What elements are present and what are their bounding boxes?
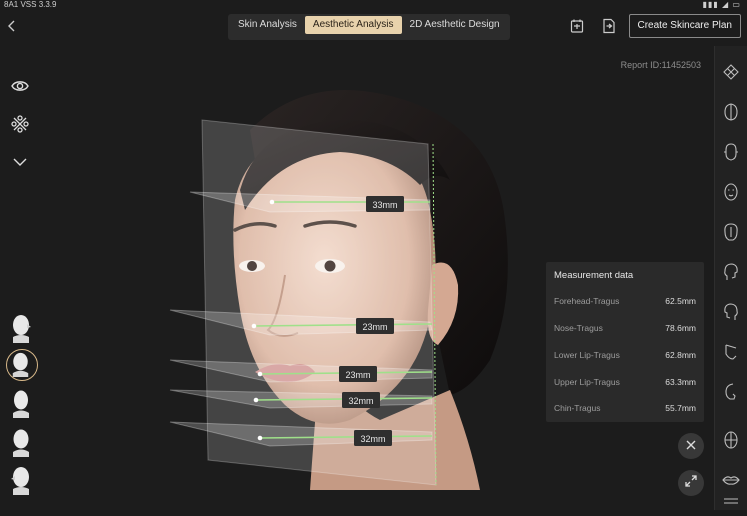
label-nose-tragus: 23mm [362,322,387,332]
measurement-value: 63.3mm [665,377,696,387]
status-bar: 8A1 VSS 3.3.9 ▮▮▮ ◢ ▭ [0,0,747,10]
measurement-value: 62.5mm [665,296,696,306]
measurement-label: Nose-Tragus [554,323,603,333]
chin-profile-icon[interactable] [721,382,741,402]
lips-icon[interactable] [721,470,741,490]
measurement-panel-title: Measurement data [554,270,634,281]
face-contour-icon[interactable] [721,102,741,122]
grid-icon[interactable] [10,114,30,134]
close-button[interactable] [678,433,704,459]
status-right-icons: ▮▮▮ ◢ ▭ [702,0,741,9]
label-forehead-tragus: 33mm [372,200,397,210]
measurement-row: Chin-Tragus 55.7mm [554,403,696,417]
export-document-icon[interactable] [601,18,617,34]
profile-side-icon[interactable] [721,262,741,282]
fullscreen-button[interactable] [678,470,704,496]
face-model-illustration: 33mm 23mm 23mm 32mm 32mm [169,90,508,490]
view-angle-three-quarter[interactable] [6,349,38,381]
tab-2d-aesthetic-design[interactable]: 2D Aesthetic Design [402,16,508,34]
view-angle-front[interactable] [7,388,35,418]
label-lower-lip-tragus: 32mm [348,396,373,406]
measurement-row: Upper Lip-Tragus 63.3mm [554,377,696,391]
jawline-icon[interactable] [721,342,741,362]
measurement-row: Nose-Tragus 78.6mm [554,323,696,337]
analysis-tabs: Skin Analysis Aesthetic Analysis 2D Aest… [228,14,510,40]
measurement-value: 55.7mm [665,403,696,413]
measurement-label: Lower Lip-Tragus [554,350,620,360]
label-upper-lip-tragus: 23mm [345,370,370,380]
create-skincare-plan-button[interactable]: Create Skincare Plan [628,14,741,38]
menu-lines-icon[interactable] [721,496,741,516]
measurement-row: Forehead-Tragus 62.5mm [554,296,696,310]
view-angle-left-three-quarter[interactable] [7,427,35,457]
close-icon [686,440,696,450]
skull-icon[interactable] [721,222,741,242]
face-mesh-icon[interactable] [721,62,741,82]
tab-aesthetic-analysis[interactable]: Aesthetic Analysis [304,16,402,34]
measurement-value: 62.8mm [665,350,696,360]
measurement-label: Upper Lip-Tragus [554,377,620,387]
measurement-row: Lower Lip-Tragus 62.8mm [554,350,696,364]
back-chevron-icon[interactable] [4,18,20,34]
measurement-label: Chin-Tragus [554,403,601,413]
compare-report-icon[interactable] [569,18,585,34]
face-grid-icon[interactable] [721,430,741,450]
chevron-down-icon[interactable] [10,152,30,172]
expand-icon [685,475,697,487]
view-angle-left-profile[interactable] [7,465,35,495]
measurement-data-panel: Measurement data Forehead-Tragus 62.5mm … [546,262,704,422]
measurement-label: Forehead-Tragus [554,296,620,306]
status-left-text: 8A1 VSS 3.3.9 [4,0,57,9]
face-outline-icon[interactable] [721,142,741,162]
top-bar: Skin Analysis Aesthetic Analysis 2D Aest… [0,10,747,44]
label-chin-tragus: 32mm [360,434,385,444]
eye-icon[interactable] [10,76,30,96]
tab-skin-analysis[interactable]: Skin Analysis [230,16,305,34]
view-angle-right-profile[interactable] [7,313,35,343]
face-features-icon[interactable] [721,182,741,202]
right-tool-rail [714,46,747,510]
report-id: Report ID:11452503 [620,60,701,70]
measurement-value: 78.6mm [665,323,696,333]
head-profile-icon[interactable] [721,302,741,322]
face-analysis-view: 33mm 23mm 23mm 32mm 32mm [150,60,540,510]
